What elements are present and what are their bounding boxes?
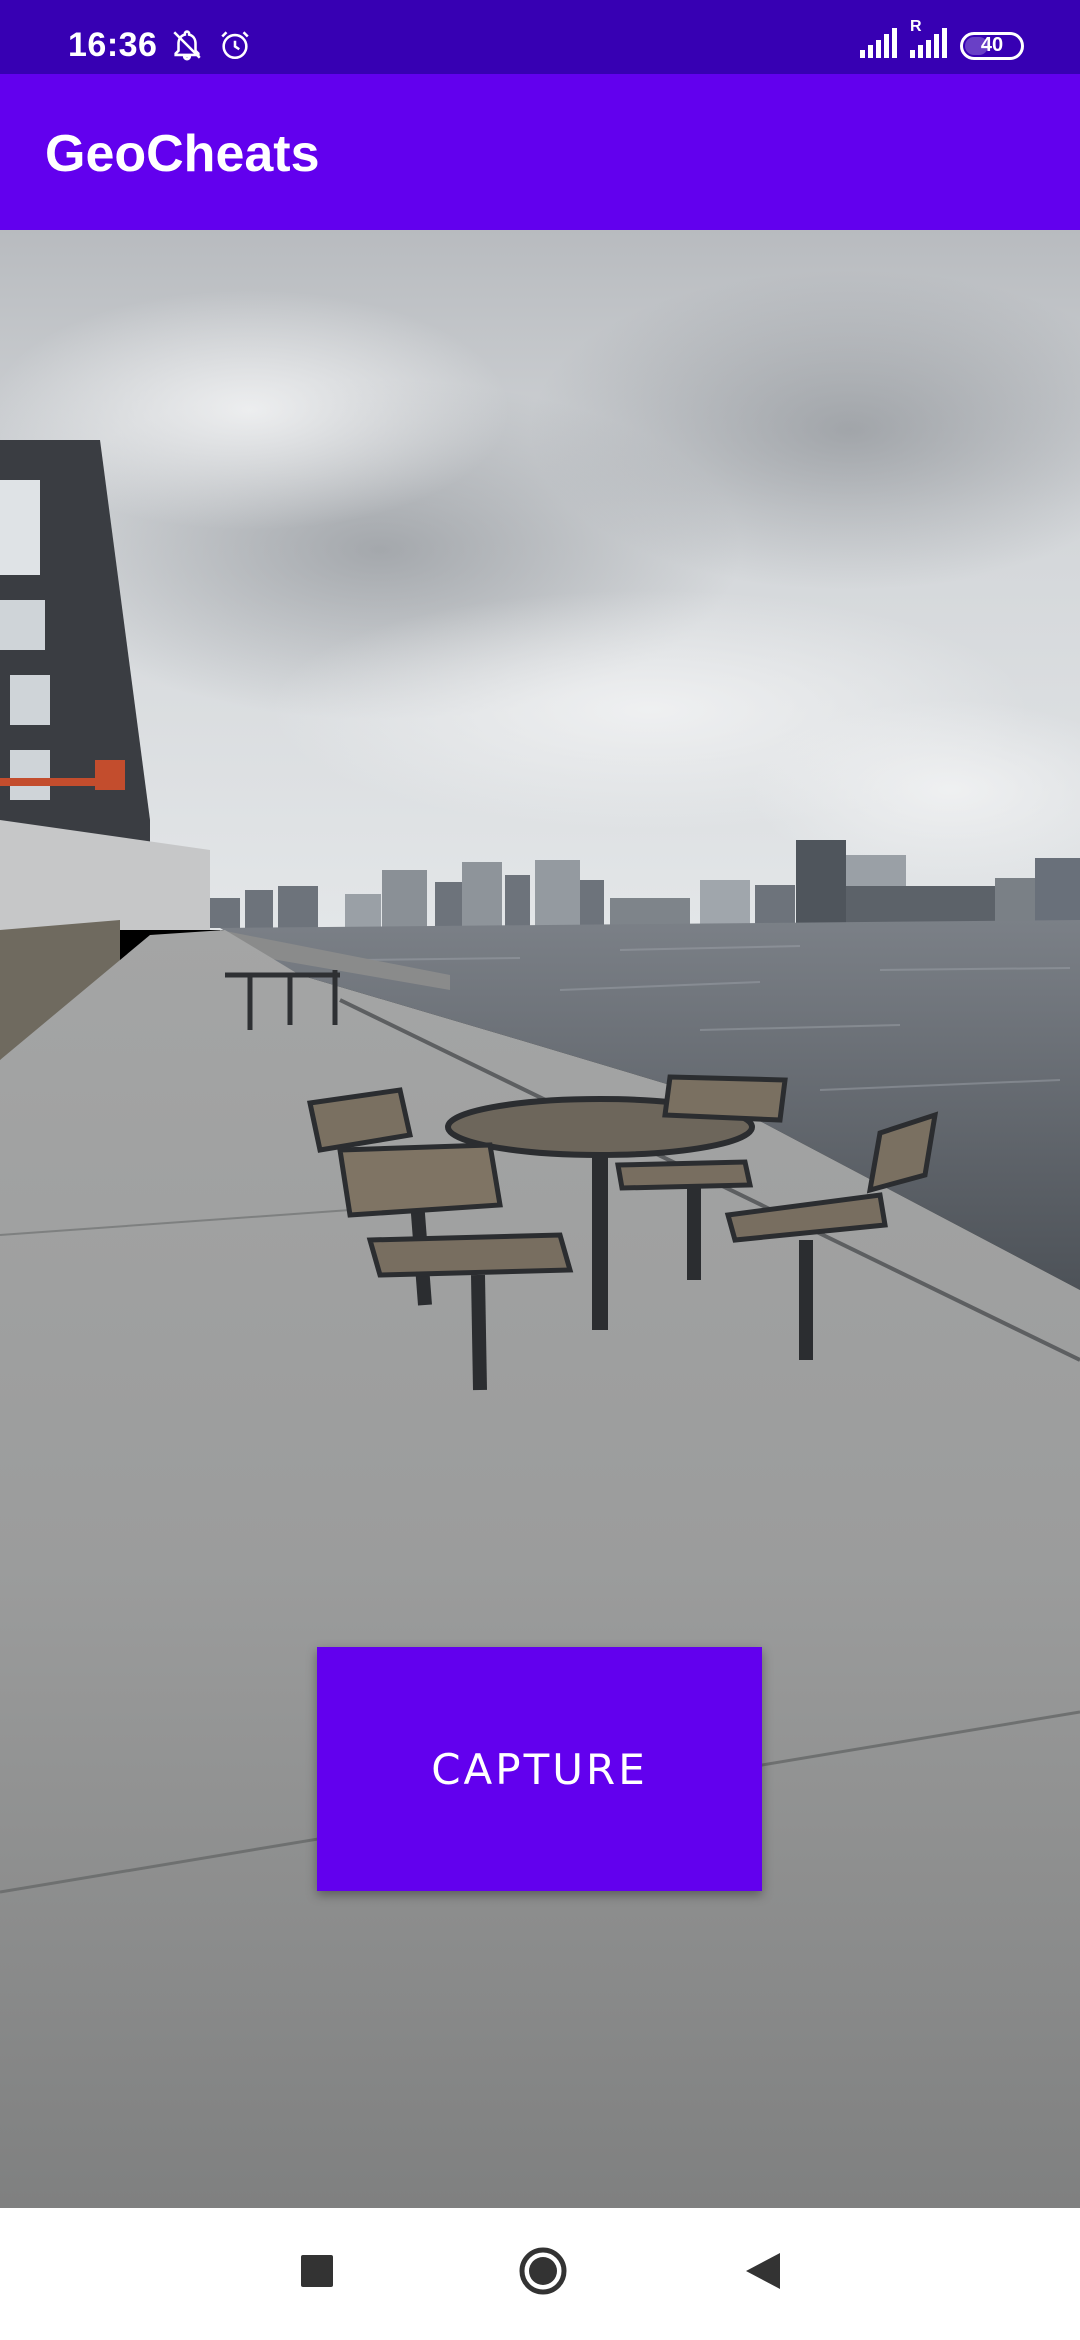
status-bar: 16:36 R 40	[0, 0, 1080, 74]
signal-icon	[860, 28, 900, 63]
capture-button[interactable]: CAPTURE	[317, 1647, 762, 1891]
camera-preview	[0, 230, 1080, 2208]
back-button[interactable]	[728, 2238, 798, 2308]
app-title: GeoCheats	[45, 125, 320, 183]
square-icon	[300, 2254, 334, 2293]
battery-icon: 40	[960, 31, 1024, 60]
triangle-back-icon	[744, 2251, 782, 2296]
circle-icon	[518, 2246, 568, 2301]
bell-off-icon	[170, 28, 204, 67]
alarm-icon	[218, 28, 252, 67]
status-icons-right: R 40	[860, 18, 1024, 63]
status-icons-left	[170, 28, 252, 67]
camera-scene	[0, 230, 1080, 2208]
recents-button[interactable]	[282, 2238, 352, 2308]
nav-bar	[0, 2208, 1080, 2340]
signal-roaming-icon: R	[910, 18, 950, 63]
battery-level: 40	[980, 34, 1004, 56]
status-time: 16:36	[68, 26, 158, 64]
home-button[interactable]	[508, 2238, 578, 2308]
roaming-label: R	[910, 18, 922, 35]
app-bar: GeoCheats	[0, 74, 1080, 230]
